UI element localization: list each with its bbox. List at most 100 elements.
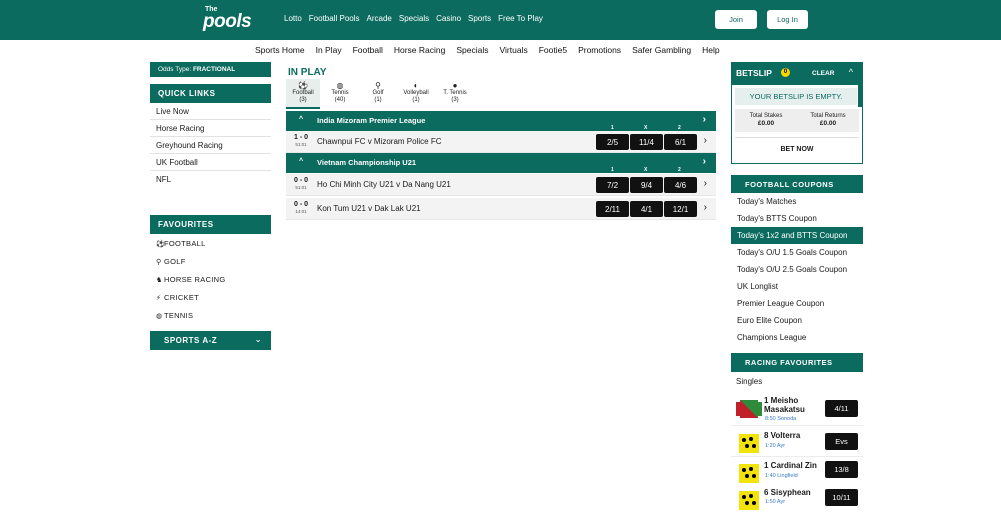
subnav-football[interactable]: Football bbox=[353, 45, 383, 55]
odds-away[interactable]: 4/6 bbox=[664, 177, 697, 193]
nav-lotto[interactable]: Lotto bbox=[284, 14, 302, 23]
odds-type-selector[interactable]: Odds Type: FRACTIONAL bbox=[150, 62, 271, 77]
match-row[interactable]: 1 - 0 51:01 Chawnpui FC v Mizoram Police … bbox=[286, 131, 716, 153]
top-bar: The pools Lotto Football Pools Arcade Sp… bbox=[0, 0, 1001, 40]
quick-link-uk-football[interactable]: UK Football bbox=[150, 154, 271, 171]
betslip-body: YOUR BETSLIP IS EMPTY. Total Stakes £0.00… bbox=[731, 84, 863, 164]
odds-home[interactable]: 2/11 bbox=[596, 201, 629, 217]
favourite-horse-racing[interactable]: ♞HORSE RACING bbox=[150, 270, 271, 288]
table-tennis-icon: ● bbox=[452, 81, 458, 90]
chevron-up-icon[interactable]: ^ bbox=[299, 158, 303, 165]
coupon-item[interactable]: Today's BTTS Coupon bbox=[731, 210, 863, 227]
tab-football[interactable]: ⚽ Football (3) bbox=[286, 79, 320, 109]
favourite-cricket[interactable]: ⚡ CRICKET bbox=[150, 288, 271, 306]
subnav-footie5[interactable]: Footie5 bbox=[539, 45, 567, 55]
nav-specials[interactable]: Specials bbox=[399, 14, 429, 23]
total-returns: Total Returns £0.00 bbox=[810, 113, 846, 127]
match-name: Ho Chi Minh City U21 v Da Nang U21 bbox=[317, 180, 451, 189]
nav-football-pools[interactable]: Football Pools bbox=[309, 14, 360, 23]
betslip-header: BETSLIP 0 CLEAR ^ bbox=[731, 62, 863, 84]
nav-arcade[interactable]: Arcade bbox=[367, 14, 392, 23]
odds-away[interactable]: 12/1 bbox=[664, 201, 697, 217]
cricket-icon: ⚡ bbox=[156, 295, 162, 302]
chevron-right-icon[interactable]: › bbox=[703, 114, 706, 125]
chevron-right-icon[interactable]: › bbox=[704, 202, 707, 213]
runner-odds-button[interactable]: 10/11 bbox=[825, 489, 858, 506]
chevron-up-icon[interactable]: ^ bbox=[299, 116, 303, 123]
quick-link-greyhound-racing[interactable]: Greyhound Racing bbox=[150, 137, 271, 154]
coupon-item[interactable]: Euro Elite Coupon bbox=[731, 312, 863, 329]
tab-table-tennis[interactable]: ● T. Tennis (3) bbox=[436, 79, 474, 109]
tennis-icon: ◍ bbox=[336, 81, 344, 90]
quick-link-nfl[interactable]: NFL bbox=[150, 171, 271, 188]
coupon-item[interactable]: Champions League bbox=[731, 329, 863, 346]
pools-logo[interactable]: The pools bbox=[203, 6, 252, 32]
quick-link-live-now[interactable]: Live Now bbox=[150, 103, 271, 120]
race-time[interactable]: 1:50 Ayr bbox=[765, 499, 785, 505]
coupon-item-selected[interactable]: Today's 1x2 and BTTS Coupon bbox=[731, 227, 863, 244]
coupon-item[interactable]: Premier League Coupon bbox=[731, 295, 863, 312]
betslip-accent bbox=[858, 85, 862, 107]
betslip-clear-button[interactable]: CLEAR bbox=[812, 70, 834, 77]
jockey-silk-icon bbox=[739, 491, 759, 510]
subnav-safer-gambling[interactable]: Safer Gambling bbox=[632, 45, 691, 55]
betslip-empty-message: YOUR BETSLIP IS EMPTY. bbox=[735, 88, 857, 105]
runner-name: 1 Meisho Masakatsu bbox=[764, 396, 805, 414]
total-stakes: Total Stakes £0.00 bbox=[749, 113, 783, 127]
odds-home[interactable]: 2/5 bbox=[596, 134, 629, 150]
match-name: Chawnpui FC v Mizoram Police FC bbox=[317, 137, 442, 146]
subnav-in-play[interactable]: In Play bbox=[316, 45, 342, 55]
coupon-item[interactable]: UK Longlist bbox=[731, 278, 863, 295]
runner-odds-button[interactable]: 4/11 bbox=[825, 400, 858, 417]
odds-draw[interactable]: 9/4 bbox=[630, 177, 663, 193]
quick-links-list: Live Now Horse Racing Greyhound Racing U… bbox=[150, 103, 271, 188]
subnav-promotions[interactable]: Promotions bbox=[578, 45, 621, 55]
subnav-specials[interactable]: Specials bbox=[456, 45, 488, 55]
tab-tennis[interactable]: ◍ Tennis (40) bbox=[320, 79, 360, 109]
favourite-tennis[interactable]: ◍ TENNIS bbox=[150, 306, 271, 324]
league-header[interactable]: ^ India Mizoram Premier League › 1 X 2 bbox=[286, 111, 716, 131]
football-coupons-list: Today's Matches Today's BTTS Coupon Toda… bbox=[731, 193, 863, 346]
football-icon: ⚽ bbox=[156, 241, 166, 248]
chevron-right-icon[interactable]: › bbox=[704, 178, 707, 189]
nav-casino[interactable]: Casino bbox=[436, 14, 461, 23]
sports-subnav: Sports Home In Play Football Horse Racin… bbox=[255, 45, 731, 55]
runner-odds-button[interactable]: 13/8 bbox=[825, 461, 858, 478]
race-time[interactable]: 1:40 Lingfield bbox=[765, 473, 798, 479]
jockey-silk-icon bbox=[736, 400, 762, 418]
coupon-item[interactable]: Today's Matches bbox=[731, 193, 863, 210]
odds-home[interactable]: 7/2 bbox=[596, 177, 629, 193]
quick-link-horse-racing[interactable]: Horse Racing bbox=[150, 120, 271, 137]
nav-free-to-play[interactable]: Free To Play bbox=[498, 14, 543, 23]
chevron-up-icon[interactable]: ^ bbox=[849, 67, 853, 77]
subnav-horse-racing[interactable]: Horse Racing bbox=[394, 45, 446, 55]
chevron-right-icon[interactable]: › bbox=[703, 156, 706, 167]
tab-golf[interactable]: ⚲ Golf (1) bbox=[360, 79, 396, 109]
match-row[interactable]: 0 - 0 14:01 Kon Tum U21 v Dak Lak U21 2/1… bbox=[286, 198, 716, 220]
join-button[interactable]: Join bbox=[715, 10, 757, 29]
match-row[interactable]: 0 - 0 51:01 Ho Chi Minh City U21 v Da Nan… bbox=[286, 174, 716, 196]
runner-odds-button[interactable]: Evs bbox=[825, 433, 858, 450]
race-time[interactable]: 8:50 Sonoda bbox=[765, 416, 796, 422]
bet-now-button[interactable]: BET NOW bbox=[735, 137, 859, 161]
singles-label: Singles bbox=[736, 377, 763, 386]
login-button[interactable]: Log In bbox=[767, 10, 808, 29]
sport-tabs: ⚽ Football (3) ◍ Tennis (40) ⚲ Golf (1) … bbox=[286, 79, 474, 109]
match-score: 0 - 0 51:01 bbox=[294, 177, 309, 190]
subnav-virtuals[interactable]: Virtuals bbox=[500, 45, 528, 55]
odds-draw[interactable]: 11/4 bbox=[630, 134, 663, 150]
sports-az-toggle[interactable]: SPORTS A-Z ⌄ bbox=[150, 331, 271, 350]
favourite-football[interactable]: ⚽FOOTBALL bbox=[150, 234, 271, 252]
chevron-right-icon[interactable]: › bbox=[704, 135, 707, 146]
league-header[interactable]: ^ Vietnam Championship U21 › 1 X 2 bbox=[286, 153, 716, 173]
coupon-item[interactable]: Today's O/U 2.5 Goals Coupon bbox=[731, 261, 863, 278]
odds-away[interactable]: 6/1 bbox=[664, 134, 697, 150]
favourite-golf[interactable]: ⚲ GOLF bbox=[150, 252, 271, 270]
tab-volleyball[interactable]: ◐ Volleyball (1) bbox=[396, 79, 436, 109]
odds-draw[interactable]: 4/1 bbox=[630, 201, 663, 217]
nav-sports[interactable]: Sports bbox=[468, 14, 491, 23]
race-time[interactable]: 1:20 Ayr bbox=[765, 443, 785, 449]
subnav-sports-home[interactable]: Sports Home bbox=[255, 45, 305, 55]
coupon-item[interactable]: Today's O/U 1.5 Goals Coupon bbox=[731, 244, 863, 261]
subnav-help[interactable]: Help bbox=[702, 45, 719, 55]
